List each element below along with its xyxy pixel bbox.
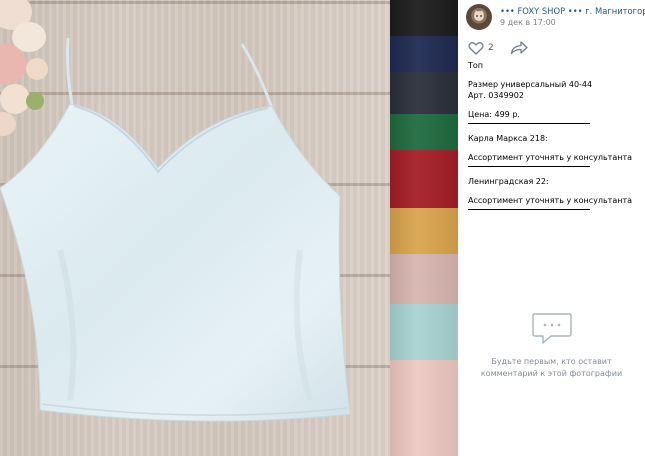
divider: [468, 166, 590, 167]
desc-article: Арт. 0349902: [468, 91, 524, 100]
swatch-black: [390, 0, 458, 36]
desc-store1: Карла Маркса 218:: [468, 134, 548, 143]
product-photo[interactable]: [0, 0, 390, 456]
desc-store2-note: Ассортимент уточнять у консультанта: [468, 196, 633, 205]
desc-store2: Ленинградская 22:: [468, 177, 549, 186]
swatch-mint: [390, 304, 458, 360]
post-header: ••• FOXY SHOP ••• г. Магнитогорск 9 дек …: [466, 4, 645, 30]
divider: [468, 123, 590, 124]
swatch-red: [390, 150, 458, 208]
post-date[interactable]: 9 дек в 17:00: [500, 18, 556, 27]
color-swatch-strip: [390, 0, 458, 456]
swatch-navy: [390, 36, 458, 72]
swatch-dark-grey: [390, 72, 458, 114]
swatch-green: [390, 114, 458, 150]
swatch-light-pink: [390, 360, 458, 456]
comment-bubble-icon: [531, 313, 572, 344]
empty-comments-line2: комментарий к этой фотографии: [480, 369, 623, 378]
swatch-dusty-pink: [390, 254, 458, 304]
heart-icon[interactable]: [468, 41, 484, 55]
desc-size: Размер универсальный 40-44: [468, 80, 593, 89]
camisole-top: [0, 37, 351, 422]
desc-title: Топ: [468, 61, 484, 70]
desc-price: Цена: 499 р.: [468, 110, 520, 119]
share-arrow-icon[interactable]: [510, 41, 528, 55]
divider: [468, 209, 590, 210]
empty-comments-line1: Будьте первым, кто оставит: [491, 357, 612, 366]
info-panel: ••• FOXY SHOP ••• г. Магнитогорск 9 дек …: [458, 0, 645, 456]
swatch-mustard: [390, 208, 458, 254]
like-count: 2: [488, 43, 494, 53]
post-description: Топ Размер универсальный 40-44 Арт. 0349…: [468, 60, 638, 219]
author-link[interactable]: ••• FOXY SHOP ••• г. Магнитогорск: [500, 6, 645, 16]
desc-store1-note: Ассортимент уточнять у консультанта: [468, 153, 633, 162]
comments-empty-state: Будьте первым, кто оставит комментарий к…: [458, 312, 645, 380]
avatar-icon[interactable]: [466, 4, 492, 30]
post-actions: 2: [468, 40, 528, 56]
